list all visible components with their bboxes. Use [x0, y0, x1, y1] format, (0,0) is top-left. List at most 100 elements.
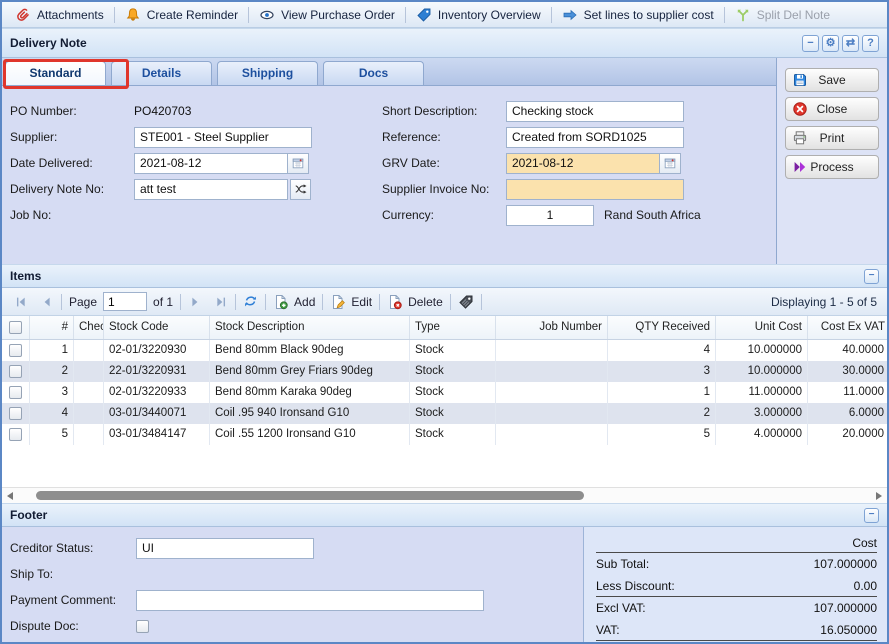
table-row[interactable]: 1 02-01/3220930 Bend 80mm Black 90deg St… — [2, 340, 887, 361]
short-description-field[interactable] — [506, 101, 684, 122]
ship-to-label: Ship To: — [10, 567, 136, 581]
toolbar-separator — [405, 7, 406, 23]
tag-lines-button[interactable] — [452, 292, 480, 312]
table-row[interactable]: 2 22-01/3220931 Bend 80mm Grey Friars 90… — [2, 361, 887, 382]
row-checkbox[interactable] — [9, 386, 22, 399]
split-del-note-button[interactable]: Split Del Note — [726, 5, 839, 25]
col-header-cost-ex-vat[interactable]: Cost Ex VAT — [808, 316, 887, 339]
tab-shipping[interactable]: Shipping — [217, 61, 318, 85]
date-delivered-calendar-button[interactable] — [288, 153, 309, 174]
gear-icon[interactable]: ⚙ — [822, 35, 839, 52]
set-lines-supplier-cost-button[interactable]: Set lines to supplier cost — [553, 5, 723, 25]
inventory-overview-button[interactable]: Inventory Overview — [407, 5, 550, 25]
prev-page-icon — [40, 295, 54, 309]
grv-date-field[interactable] — [506, 153, 660, 174]
table-row[interactable]: 3 02-01/3220933 Bend 80mm Karaka 90deg S… — [2, 382, 887, 403]
toolbar-separator — [180, 294, 181, 310]
reference-field[interactable] — [506, 127, 684, 148]
row-checkbox[interactable] — [9, 365, 22, 378]
col-header-check[interactable]: Check — [74, 316, 104, 339]
col-header-unit-cost[interactable]: Unit Cost — [716, 316, 808, 339]
tag-blue-icon — [416, 7, 432, 23]
refresh-grid-button[interactable] — [237, 292, 264, 311]
col-header-job-number[interactable]: Job Number — [496, 316, 608, 339]
page-title: Delivery Note — [10, 36, 87, 50]
process-button[interactable]: Process — [785, 155, 879, 179]
cell-qty: 2 — [608, 403, 716, 424]
table-row[interactable]: 5 03-01/3484147 Coil .55 1200 Ironsand G… — [2, 424, 887, 445]
cell-job-number — [496, 424, 608, 445]
col-header-qty-received[interactable]: QTY Received — [608, 316, 716, 339]
footer-collapse-icon[interactable]: − — [864, 508, 879, 523]
row-checkbox[interactable] — [9, 428, 22, 441]
tag-dark-icon — [458, 294, 474, 310]
prev-page-button[interactable] — [34, 293, 60, 311]
items-collapse-icon[interactable]: − — [864, 269, 879, 284]
cell-job-number — [496, 403, 608, 424]
help-icon[interactable]: ? — [862, 35, 879, 52]
items-section-header: Items − — [2, 264, 887, 288]
scroll-left-icon[interactable] — [7, 492, 13, 500]
refresh-icon[interactable]: ⇄ — [842, 35, 859, 52]
payment-comment-label: Payment Comment: — [10, 593, 136, 607]
currency-field[interactable] — [506, 205, 594, 226]
calendar-icon — [291, 156, 305, 170]
cell-stock-description: Coil .55 1200 Ironsand G10 — [210, 424, 410, 445]
scroll-right-icon[interactable] — [876, 492, 882, 500]
dispute-doc-checkbox[interactable] — [136, 620, 149, 633]
row-checkbox[interactable] — [9, 344, 22, 357]
close-button[interactable]: Close — [785, 97, 879, 121]
toolbar-separator — [61, 294, 62, 310]
delete-row-button[interactable]: Delete — [381, 292, 449, 312]
view-purchase-order-button[interactable]: View Purchase Order — [250, 5, 404, 25]
cell-stock-description: Bend 80mm Grey Friars 90deg — [210, 361, 410, 382]
supplier-invoice-no-label: Supplier Invoice No: — [382, 182, 506, 196]
items-grid: # Check Stock Code Stock Description Typ… — [2, 316, 887, 487]
tab-docs[interactable]: Docs — [323, 61, 424, 85]
attachments-button[interactable]: Attachments — [6, 5, 113, 25]
row-checkbox[interactable] — [9, 407, 22, 420]
page-label: Page — [63, 293, 103, 311]
less-discount-label: Less Discount: — [596, 579, 675, 593]
paperclip-icon — [15, 7, 31, 23]
creditor-status-field[interactable] — [136, 538, 314, 559]
col-header-stock-code[interactable]: Stock Code — [104, 316, 210, 339]
po-number-value: PO420703 — [134, 104, 191, 118]
col-header-stock-description[interactable]: Stock Description — [210, 316, 410, 339]
save-button[interactable]: Save — [785, 68, 879, 92]
arrow-right-icon — [562, 7, 578, 23]
last-page-button[interactable] — [208, 293, 234, 311]
horizontal-scrollbar[interactable] — [2, 487, 887, 503]
col-header-type[interactable]: Type — [410, 316, 496, 339]
cell-check — [74, 403, 104, 424]
next-page-button[interactable] — [182, 293, 208, 311]
grv-date-calendar-button[interactable] — [660, 153, 681, 174]
tab-details[interactable]: Details — [111, 61, 212, 85]
sub-total-label: Sub Total: — [596, 557, 649, 571]
supplier-field[interactable] — [134, 127, 312, 148]
tab-standard[interactable]: Standard — [5, 61, 106, 85]
page-number-input[interactable] — [103, 292, 147, 311]
first-page-button[interactable] — [8, 293, 34, 311]
table-row[interactable]: 4 03-01/3440071 Coil .95 940 Ironsand G1… — [2, 403, 887, 424]
vat-label: VAT: — [596, 623, 620, 637]
delivery-note-no-field[interactable] — [134, 179, 288, 200]
cell-check — [74, 382, 104, 403]
toolbar-separator — [379, 294, 380, 310]
col-header-num[interactable]: # — [30, 316, 74, 339]
date-delivered-field[interactable] — [134, 153, 288, 174]
creditor-status-label: Creditor Status: — [10, 541, 136, 555]
generate-number-button[interactable] — [290, 179, 311, 200]
edit-row-button[interactable]: Edit — [324, 292, 378, 312]
supplier-invoice-no-field[interactable] — [506, 179, 684, 200]
select-all-checkbox[interactable] — [9, 321, 22, 334]
add-row-button[interactable]: Add — [267, 292, 321, 312]
create-reminder-label: Create Reminder — [147, 8, 238, 22]
minimize-icon[interactable]: − — [802, 35, 819, 52]
delete-label: Delete — [408, 295, 443, 309]
print-button[interactable]: Print — [785, 126, 879, 150]
scrollbar-thumb[interactable] — [36, 491, 584, 500]
save-label: Save — [818, 73, 845, 87]
create-reminder-button[interactable]: Create Reminder — [116, 5, 247, 25]
payment-comment-field[interactable] — [136, 590, 484, 611]
